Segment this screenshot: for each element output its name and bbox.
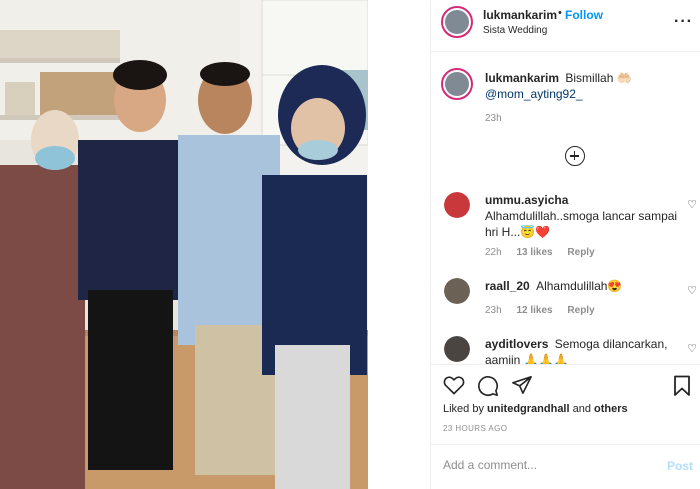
comment-text-cont: hri H...😇❤️ bbox=[485, 225, 551, 239]
comment-username[interactable]: raall_20 bbox=[485, 279, 530, 293]
comment-avatar[interactable] bbox=[444, 278, 470, 304]
comment-text-cont: aamiin 🙏🙏🙏 bbox=[485, 353, 569, 364]
heart-icon[interactable]: ♡ bbox=[687, 284, 697, 297]
liked-by-prefix: Liked by bbox=[443, 403, 484, 415]
post-image bbox=[0, 0, 368, 489]
heart-icon[interactable]: ♡ bbox=[687, 198, 697, 211]
comment-icon[interactable] bbox=[477, 375, 499, 397]
reply-button[interactable]: Reply bbox=[567, 305, 594, 316]
heart-icon[interactable]: ♡ bbox=[687, 342, 697, 355]
post-comment-button[interactable]: Post bbox=[667, 459, 693, 473]
more-horizontal-icon[interactable]: ··· bbox=[674, 13, 693, 31]
comment-time: 22h bbox=[485, 247, 502, 258]
post-actions: Liked by unitedgrandhall and others 23 H… bbox=[431, 364, 700, 444]
share-icon[interactable] bbox=[511, 375, 533, 395]
heart-icon[interactable] bbox=[443, 375, 465, 395]
comment-input[interactable] bbox=[443, 458, 643, 472]
comment-username[interactable]: ayditlovers bbox=[485, 337, 548, 351]
author-avatar[interactable] bbox=[441, 6, 473, 38]
follow-button[interactable]: Follow bbox=[565, 8, 603, 22]
post-side-panel: lukmankarim • Follow Sista Wedding ··· l… bbox=[430, 0, 700, 489]
add-comment-bar: Post bbox=[431, 444, 700, 489]
caption-text: Bismillah 🤲🏻 bbox=[565, 71, 632, 85]
caption-avatar[interactable] bbox=[441, 68, 473, 100]
comments-list[interactable]: lukmankarim Bismillah 🤲🏻 @mom_ayting92_ … bbox=[431, 52, 700, 364]
liked-by-others[interactable]: others bbox=[594, 403, 628, 415]
post-photo[interactable] bbox=[0, 0, 368, 489]
comment-time: 23h bbox=[485, 305, 502, 316]
bookmark-icon[interactable] bbox=[673, 375, 691, 397]
liked-by-and: and bbox=[572, 403, 591, 415]
reply-button[interactable]: Reply bbox=[567, 247, 594, 258]
comment-text: Alhamdulillah..smoga lancar sampai bbox=[485, 209, 678, 223]
plus-circle-icon[interactable] bbox=[565, 146, 585, 166]
liked-by: Liked by unitedgrandhall and others bbox=[443, 403, 628, 415]
post-header: lukmankarim • Follow Sista Wedding ··· bbox=[431, 0, 700, 52]
caption-time: 23h bbox=[485, 113, 502, 124]
liked-by-user[interactable]: unitedgrandhall bbox=[487, 403, 570, 415]
comment-likes[interactable]: 12 likes bbox=[516, 305, 552, 316]
layout-gutter bbox=[368, 0, 430, 489]
comment-likes[interactable]: 13 likes bbox=[516, 247, 552, 258]
comment-text: Semoga dilancarkan, bbox=[554, 337, 668, 351]
comment-avatar[interactable] bbox=[444, 192, 470, 218]
caption-mention[interactable]: @mom_ayting92_ bbox=[485, 87, 583, 101]
post-location[interactable]: Sista Wedding bbox=[483, 25, 547, 36]
comment-avatar[interactable] bbox=[444, 336, 470, 362]
author-username[interactable]: lukmankarim bbox=[483, 8, 557, 22]
follow-separator: • bbox=[558, 7, 562, 19]
caption-username[interactable]: lukmankarim bbox=[485, 71, 559, 85]
comment-username[interactable]: ummu.asyicha bbox=[485, 193, 568, 207]
comment-text: Alhamdulillah😍 bbox=[536, 279, 623, 293]
post-timestamp[interactable]: 23 HOURS AGO bbox=[443, 424, 507, 433]
